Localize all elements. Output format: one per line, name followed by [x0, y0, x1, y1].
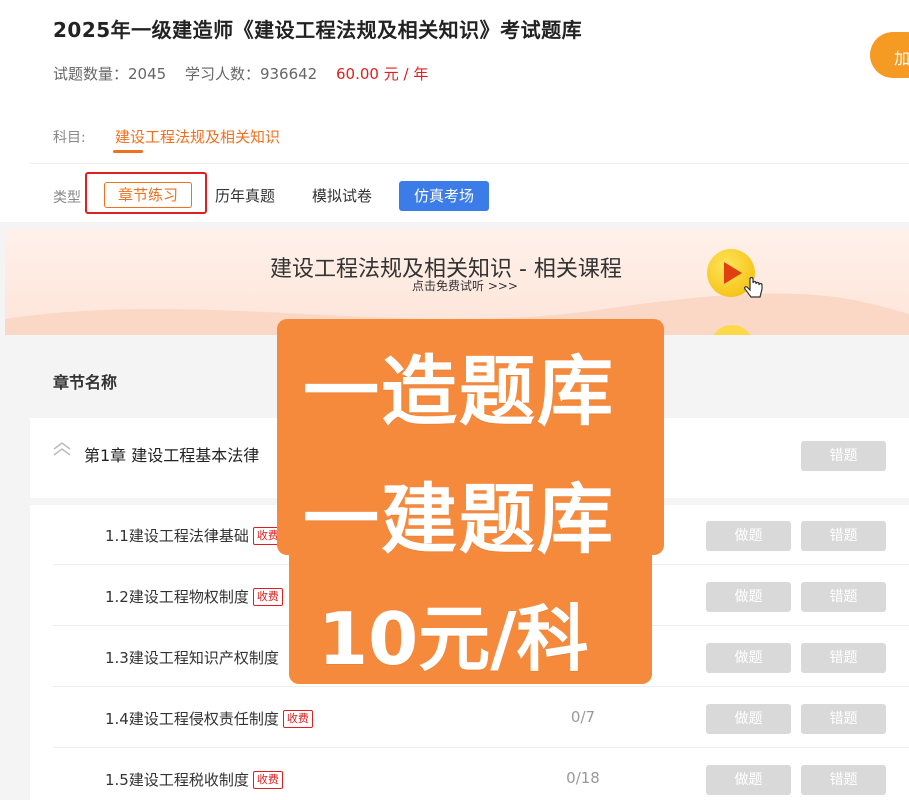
- chevron-up-icon[interactable]: [52, 440, 72, 460]
- course-header: 2025年一级建造师《建设工程法规及相关知识》考试题库 试题数量：2045 学习…: [0, 0, 909, 222]
- type-chapter-practice[interactable]: 章节练习: [104, 182, 192, 208]
- subject-label: 科目:: [53, 130, 86, 146]
- subject-underline: [113, 150, 143, 153]
- do-questions-button[interactable]: 做题: [706, 704, 791, 734]
- learner-count: 学习人数：936642: [184, 65, 318, 83]
- wrong-questions-button[interactable]: 错题: [801, 582, 886, 612]
- question-count: 试题数量：2045: [53, 65, 167, 83]
- type-past-exams[interactable]: 历年真题: [215, 181, 275, 211]
- chapter-name: 第1章 建设工程基本法律: [84, 446, 260, 465]
- wrong-questions-button[interactable]: 错题: [801, 765, 886, 795]
- price: 60.00 元 / 年: [336, 65, 429, 83]
- list-header-title: 章节名称: [53, 373, 118, 392]
- page-title: 2025年一级建造师《建设工程法规及相关知识》考试题库: [53, 18, 583, 42]
- section-progress: 0/7: [570, 708, 596, 726]
- section-name: 1.3建设工程知识产权制度: [105, 649, 279, 667]
- section-progress: 0/18: [566, 769, 600, 787]
- do-questions-button[interactable]: 做题: [706, 521, 791, 551]
- divider: [30, 163, 909, 164]
- wrong-questions-button[interactable]: 错题: [801, 521, 886, 551]
- type-mock-papers[interactable]: 模拟试卷: [312, 181, 372, 211]
- wrong-questions-button[interactable]: 错题: [801, 704, 886, 734]
- section-name: 1.4建设工程侵权责任制度: [105, 710, 279, 728]
- type-label: 类型: [53, 190, 81, 206]
- do-questions-button[interactable]: 做题: [706, 582, 791, 612]
- promo-line-1: 一造题库: [303, 347, 615, 436]
- paid-badge: 收费: [252, 771, 283, 789]
- wrong-questions-button[interactable]: 错题: [801, 643, 886, 673]
- banner-subtitle: 点击免费试听 >>>: [412, 279, 518, 293]
- do-questions-button[interactable]: 做题: [706, 643, 791, 673]
- promo-line-2: 一建题库: [303, 475, 615, 564]
- course-meta: 试题数量：2045 学习人数：936642 60.00 元 / 年: [53, 63, 442, 84]
- section-name: 1.1建设工程法律基础: [105, 527, 249, 545]
- type-simulation[interactable]: 仿真考场: [399, 181, 489, 211]
- promo-line-3: 10元/科: [318, 597, 589, 681]
- paid-badge: 收费: [252, 588, 283, 606]
- do-questions-button[interactable]: 做题: [706, 765, 791, 795]
- chapter-wrong-button[interactable]: 错题: [801, 441, 886, 471]
- hand-cursor-icon: [744, 277, 763, 298]
- buy-button[interactable]: 加: [870, 32, 909, 78]
- paid-badge: 收费: [282, 710, 313, 728]
- subject-tab[interactable]: 建设工程法规及相关知识: [115, 126, 280, 147]
- section-name: 1.5建设工程税收制度: [105, 771, 249, 789]
- section-name: 1.2建设工程物权制度: [105, 588, 249, 606]
